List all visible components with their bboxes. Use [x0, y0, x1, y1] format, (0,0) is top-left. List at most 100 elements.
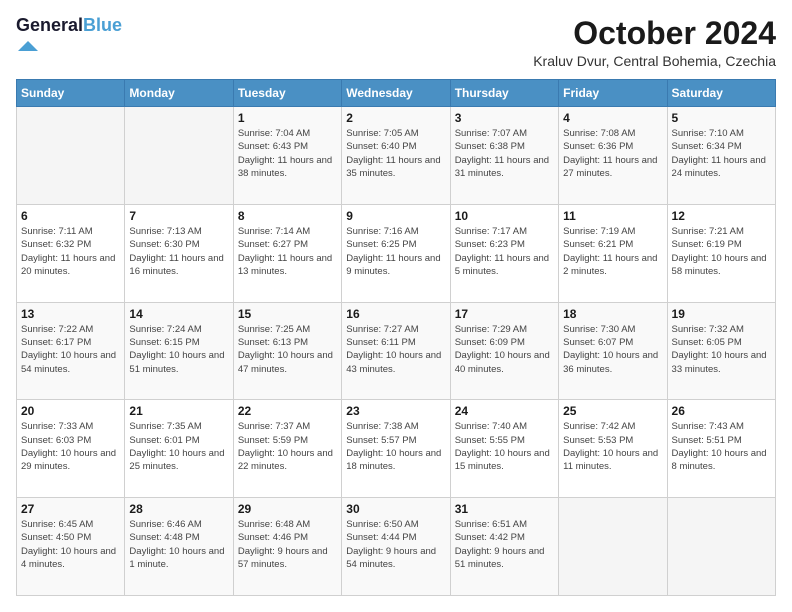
header: GeneralBlue October 2024 Kraluv Dvur, Ce…	[16, 16, 776, 69]
day-info: Sunrise: 7:07 AM Sunset: 6:38 PM Dayligh…	[455, 127, 554, 180]
day-number: 8	[238, 209, 337, 223]
table-row: 20 Sunrise: 7:33 AM Sunset: 6:03 PM Dayli…	[17, 400, 125, 498]
day-info: Sunrise: 7:24 AM Sunset: 6:15 PM Dayligh…	[129, 323, 228, 376]
table-row: 15 Sunrise: 7:25 AM Sunset: 6:13 PM Dayli…	[233, 302, 341, 400]
day-number: 21	[129, 404, 228, 418]
day-info: Sunrise: 7:30 AM Sunset: 6:07 PM Dayligh…	[563, 323, 662, 376]
day-info: Sunrise: 7:13 AM Sunset: 6:30 PM Dayligh…	[129, 225, 228, 278]
day-info: Sunrise: 7:17 AM Sunset: 6:23 PM Dayligh…	[455, 225, 554, 278]
day-number: 25	[563, 404, 662, 418]
day-info: Sunrise: 7:04 AM Sunset: 6:43 PM Dayligh…	[238, 127, 337, 180]
table-row: 9Sunrise: 7:16 AM Sunset: 6:25 PM Daylig…	[342, 204, 450, 302]
day-info: Sunrise: 7:43 AM Sunset: 5:51 PM Dayligh…	[672, 420, 771, 473]
table-row: 30 Sunrise: 6:50 AM Sunset: 4:44 PM Dayli…	[342, 498, 450, 596]
logo-icon	[18, 36, 38, 56]
day-number: 31	[455, 502, 554, 516]
table-row: 12 Sunrise: 7:21 AM Sunset: 6:19 PM Dayli…	[667, 204, 775, 302]
logo: GeneralBlue	[16, 16, 122, 61]
calendar-week-row: 20 Sunrise: 7:33 AM Sunset: 6:03 PM Dayli…	[17, 400, 776, 498]
calendar: Sunday Monday Tuesday Wednesday Thursday…	[16, 79, 776, 596]
location: Kraluv Dvur, Central Bohemia, Czechia	[533, 53, 776, 69]
logo-text: GeneralBlue	[16, 16, 122, 36]
day-info: Sunrise: 7:27 AM Sunset: 6:11 PM Dayligh…	[346, 323, 445, 376]
day-info: Sunrise: 7:33 AM Sunset: 6:03 PM Dayligh…	[21, 420, 120, 473]
table-row	[559, 498, 667, 596]
table-row: 16 Sunrise: 7:27 AM Sunset: 6:11 PM Dayli…	[342, 302, 450, 400]
day-number: 6	[21, 209, 120, 223]
calendar-week-row: 13Sunrise: 7:22 AM Sunset: 6:17 PM Dayli…	[17, 302, 776, 400]
day-info: Sunrise: 7:14 AM Sunset: 6:27 PM Dayligh…	[238, 225, 337, 278]
table-row: 24Sunrise: 7:40 AM Sunset: 5:55 PM Dayli…	[450, 400, 558, 498]
day-number: 4	[563, 111, 662, 125]
col-sunday: Sunday	[17, 80, 125, 107]
table-row: 18Sunrise: 7:30 AM Sunset: 6:07 PM Dayli…	[559, 302, 667, 400]
day-info: Sunrise: 7:16 AM Sunset: 6:25 PM Dayligh…	[346, 225, 445, 278]
col-wednesday: Wednesday	[342, 80, 450, 107]
day-number: 27	[21, 502, 120, 516]
day-info: Sunrise: 7:10 AM Sunset: 6:34 PM Dayligh…	[672, 127, 771, 180]
day-number: 7	[129, 209, 228, 223]
day-info: Sunrise: 7:32 AM Sunset: 6:05 PM Dayligh…	[672, 323, 771, 376]
table-row: 2 Sunrise: 7:05 AM Sunset: 6:40 PM Daylig…	[342, 107, 450, 205]
day-number: 26	[672, 404, 771, 418]
table-row	[667, 498, 775, 596]
day-info: Sunrise: 6:51 AM Sunset: 4:42 PM Dayligh…	[455, 518, 554, 571]
col-monday: Monday	[125, 80, 233, 107]
day-info: Sunrise: 7:25 AM Sunset: 6:13 PM Dayligh…	[238, 323, 337, 376]
day-number: 15	[238, 307, 337, 321]
day-info: Sunrise: 7:37 AM Sunset: 5:59 PM Dayligh…	[238, 420, 337, 473]
day-number: 29	[238, 502, 337, 516]
table-row: 26 Sunrise: 7:43 AM Sunset: 5:51 PM Dayli…	[667, 400, 775, 498]
day-info: Sunrise: 7:05 AM Sunset: 6:40 PM Dayligh…	[346, 127, 445, 180]
table-row: 28 Sunrise: 6:46 AM Sunset: 4:48 PM Dayli…	[125, 498, 233, 596]
day-number: 28	[129, 502, 228, 516]
calendar-week-row: 1 Sunrise: 7:04 AM Sunset: 6:43 PM Daylig…	[17, 107, 776, 205]
table-row: 8 Sunrise: 7:14 AM Sunset: 6:27 PM Daylig…	[233, 204, 341, 302]
day-number: 17	[455, 307, 554, 321]
day-number: 30	[346, 502, 445, 516]
day-info: Sunrise: 7:21 AM Sunset: 6:19 PM Dayligh…	[672, 225, 771, 278]
table-row: 22 Sunrise: 7:37 AM Sunset: 5:59 PM Dayli…	[233, 400, 341, 498]
calendar-week-row: 6 Sunrise: 7:11 AM Sunset: 6:32 PM Daylig…	[17, 204, 776, 302]
page: GeneralBlue October 2024 Kraluv Dvur, Ce…	[0, 0, 792, 612]
table-row: 31 Sunrise: 6:51 AM Sunset: 4:42 PM Dayli…	[450, 498, 558, 596]
day-info: Sunrise: 7:40 AM Sunset: 5:55 PM Dayligh…	[455, 420, 554, 473]
day-number: 19	[672, 307, 771, 321]
day-info: Sunrise: 7:38 AM Sunset: 5:57 PM Dayligh…	[346, 420, 445, 473]
table-row	[17, 107, 125, 205]
table-row: 17 Sunrise: 7:29 AM Sunset: 6:09 PM Dayli…	[450, 302, 558, 400]
day-number: 2	[346, 111, 445, 125]
day-info: Sunrise: 6:46 AM Sunset: 4:48 PM Dayligh…	[129, 518, 228, 571]
day-number: 20	[21, 404, 120, 418]
day-info: Sunrise: 7:35 AM Sunset: 6:01 PM Dayligh…	[129, 420, 228, 473]
table-row: 19 Sunrise: 7:32 AM Sunset: 6:05 PM Dayli…	[667, 302, 775, 400]
day-number: 12	[672, 209, 771, 223]
table-row: 5Sunrise: 7:10 AM Sunset: 6:34 PM Daylig…	[667, 107, 775, 205]
day-number: 11	[563, 209, 662, 223]
col-friday: Friday	[559, 80, 667, 107]
table-row: 11 Sunrise: 7:19 AM Sunset: 6:21 PM Dayli…	[559, 204, 667, 302]
table-row: 1 Sunrise: 7:04 AM Sunset: 6:43 PM Daylig…	[233, 107, 341, 205]
day-info: Sunrise: 7:11 AM Sunset: 6:32 PM Dayligh…	[21, 225, 120, 278]
day-info: Sunrise: 6:50 AM Sunset: 4:44 PM Dayligh…	[346, 518, 445, 571]
table-row: 13Sunrise: 7:22 AM Sunset: 6:17 PM Dayli…	[17, 302, 125, 400]
day-info: Sunrise: 7:29 AM Sunset: 6:09 PM Dayligh…	[455, 323, 554, 376]
day-number: 1	[238, 111, 337, 125]
table-row: 23Sunrise: 7:38 AM Sunset: 5:57 PM Dayli…	[342, 400, 450, 498]
col-thursday: Thursday	[450, 80, 558, 107]
table-row: 4Sunrise: 7:08 AM Sunset: 6:36 PM Daylig…	[559, 107, 667, 205]
header-right: October 2024 Kraluv Dvur, Central Bohemi…	[533, 16, 776, 69]
table-row: 25Sunrise: 7:42 AM Sunset: 5:53 PM Dayli…	[559, 400, 667, 498]
day-number: 3	[455, 111, 554, 125]
day-info: Sunrise: 7:19 AM Sunset: 6:21 PM Dayligh…	[563, 225, 662, 278]
calendar-week-row: 27 Sunrise: 6:45 AM Sunset: 4:50 PM Dayli…	[17, 498, 776, 596]
day-number: 22	[238, 404, 337, 418]
table-row: 21 Sunrise: 7:35 AM Sunset: 6:01 PM Dayli…	[125, 400, 233, 498]
day-number: 13	[21, 307, 120, 321]
table-row: 10 Sunrise: 7:17 AM Sunset: 6:23 PM Dayli…	[450, 204, 558, 302]
day-number: 10	[455, 209, 554, 223]
day-info: Sunrise: 6:45 AM Sunset: 4:50 PM Dayligh…	[21, 518, 120, 571]
table-row: 29Sunrise: 6:48 AM Sunset: 4:46 PM Dayli…	[233, 498, 341, 596]
day-number: 16	[346, 307, 445, 321]
month-title: October 2024	[533, 16, 776, 51]
